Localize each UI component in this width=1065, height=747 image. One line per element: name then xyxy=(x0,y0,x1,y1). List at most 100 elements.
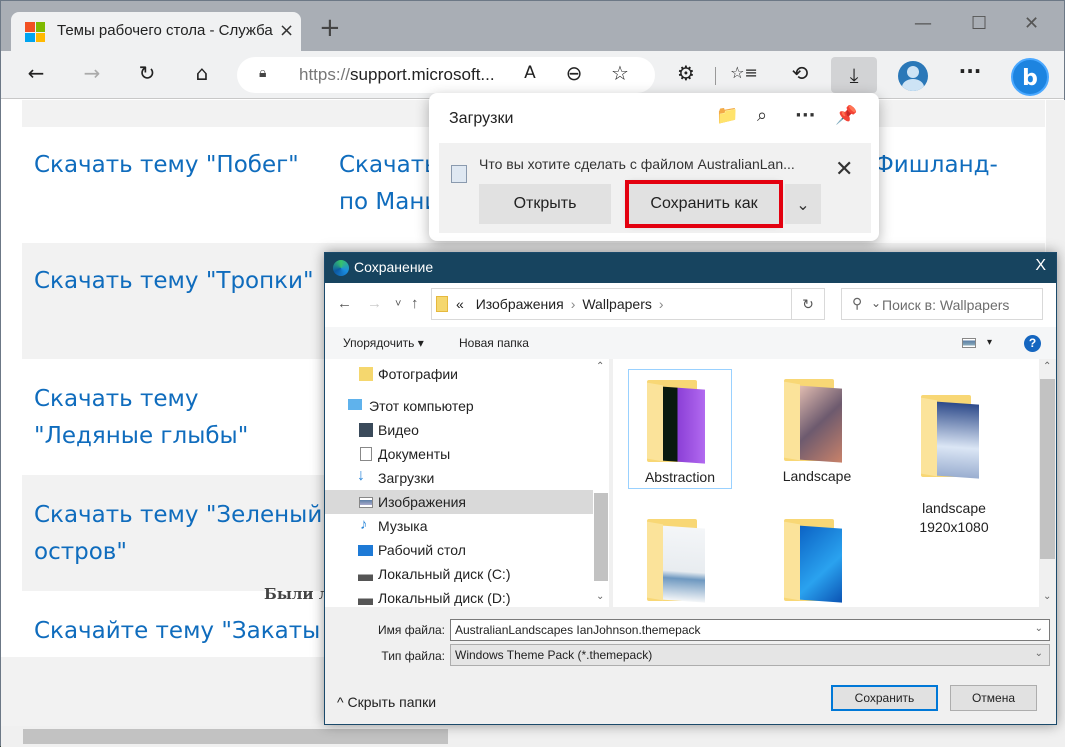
tab-close-icon[interactable]: × xyxy=(279,20,294,41)
filename-input[interactable]: AustralianLandscapes IanJohnson.themepac… xyxy=(450,619,1050,641)
tree-item-documents[interactable]: Документы xyxy=(325,442,593,466)
view-icon[interactable] xyxy=(962,338,976,348)
dialog-title-bar: Сохранение X xyxy=(325,253,1056,283)
theme-link-paths[interactable]: Скачать тему "Тропки" xyxy=(34,263,314,300)
hide-folders-button[interactable]: ^ Скрыть папки xyxy=(337,694,436,710)
add-favorite-icon[interactable]: ☆ xyxy=(605,61,635,85)
scroll-up-icon[interactable]: ⌃ xyxy=(596,361,604,372)
theme-link-ice[interactable]: Скачать тему "Ледяные глыбы" xyxy=(34,381,324,455)
tree-item-label: Изображения xyxy=(378,494,466,510)
scroll-thumb[interactable] xyxy=(1040,379,1055,559)
history-icon[interactable]: ⟲ xyxy=(785,61,815,85)
folder-icon xyxy=(436,296,448,312)
tree-item-label: Видео xyxy=(378,422,419,438)
edge-logo-icon xyxy=(333,260,349,276)
folder-item[interactable]: Abstraction xyxy=(628,369,732,489)
scroll-down-icon[interactable]: ⌄ xyxy=(596,591,604,602)
dismiss-icon[interactable]: ✕ xyxy=(835,157,853,182)
chevron-down-icon[interactable]: ⌄ xyxy=(1035,623,1043,634)
help-icon[interactable]: ? xyxy=(1024,335,1041,352)
forward-icon[interactable]: → xyxy=(367,295,382,312)
tree-item-desktop[interactable]: Рабочий стол xyxy=(325,538,593,562)
video-icon xyxy=(359,423,373,437)
browser-tab[interactable]: Темы рабочего стола - Служба × xyxy=(11,12,301,52)
folder-thumbnail-icon xyxy=(647,380,713,464)
theme-link-sunsets[interactable]: Скачайте тему "Закаты xyxy=(34,613,320,650)
theme-link-escape[interactable]: Скачать тему "Побег" xyxy=(34,147,299,184)
tree-item-downloads[interactable]: ↓ Загрузки xyxy=(325,466,593,490)
folder-item[interactable] xyxy=(765,509,869,603)
extensions-icon[interactable]: ⚙ xyxy=(671,61,701,85)
drive-c-icon xyxy=(358,567,373,581)
address-path[interactable]: « Изображения › Wallpapers › ⌄ xyxy=(431,288,881,320)
up-icon[interactable]: ↑ xyxy=(411,295,419,312)
favorites-icon[interactable]: ☆≡ xyxy=(729,63,759,82)
search-icon[interactable]: ⌕ xyxy=(757,105,767,126)
chevron-down-icon[interactable]: ⌄ xyxy=(785,184,821,224)
scroll-thumb[interactable] xyxy=(23,729,448,744)
desktop-icon xyxy=(358,545,373,556)
tree-item-photos[interactable]: Фотографии xyxy=(325,362,593,386)
back-icon[interactable]: ← xyxy=(337,295,352,312)
tree-item-video[interactable]: Видео xyxy=(325,418,593,442)
open-folder-icon[interactable]: 📁 xyxy=(716,105,738,126)
tree-item-drive-c[interactable]: Локальный диск (C:) xyxy=(325,562,593,586)
address-bar[interactable]: 🔒︎ https://support.microsoft... A ⊖ ☆ xyxy=(237,57,655,93)
pin-icon[interactable]: 📌 xyxy=(835,105,857,126)
forward-icon[interactable]: → xyxy=(77,61,107,85)
save-as-button[interactable]: Сохранить как xyxy=(625,180,783,228)
filetype-select[interactable]: Windows Theme Pack (*.themepack) ⌄ xyxy=(450,644,1050,666)
more-options-icon[interactable]: ··· xyxy=(795,105,816,126)
more-icon[interactable]: ··· xyxy=(955,59,985,83)
search-input[interactable]: ⚲ Поиск в: Wallpapers xyxy=(841,288,1043,320)
breadcrumb: « Изображения › Wallpapers › xyxy=(456,296,664,312)
breadcrumb-pictures[interactable]: Изображения xyxy=(476,296,564,312)
refresh-button[interactable]: ↻ xyxy=(792,288,825,320)
tree-scrollbar[interactable]: ⌃ ⌄ xyxy=(593,359,609,607)
chevron-down-icon[interactable]: ⌄ xyxy=(1035,648,1043,659)
tree-item-this-pc[interactable]: Этот компьютер xyxy=(325,394,593,418)
organize-button[interactable]: Упорядочить ▾ xyxy=(343,336,424,350)
folder-label: Landscape xyxy=(782,468,852,484)
tree-item-pictures[interactable]: Изображения xyxy=(325,490,593,514)
lock-icon[interactable]: 🔒︎ xyxy=(259,65,266,81)
scroll-down-icon[interactable]: ⌄ xyxy=(1043,591,1051,602)
theme-link-green-island[interactable]: Скачать тему "Зеленый остров" xyxy=(34,497,324,571)
folder-item[interactable] xyxy=(628,509,732,603)
bing-chat-icon[interactable]: b xyxy=(1011,58,1049,96)
open-button[interactable]: Открыть xyxy=(479,184,611,224)
folder-item[interactable]: landscape 1920x1080 xyxy=(902,369,1006,553)
dialog-close-button[interactable]: X xyxy=(1035,257,1046,275)
scroll-thumb[interactable] xyxy=(594,493,608,581)
file-view-scrollbar[interactable]: ⌃ ⌄ xyxy=(1039,359,1056,607)
tree-item-music[interactable]: ♪ Музыка xyxy=(325,514,593,538)
new-tab-button[interactable]: + xyxy=(319,15,341,41)
cancel-button[interactable]: Отмена xyxy=(950,685,1037,711)
downloads-button[interactable]: ⤓ xyxy=(831,57,877,93)
breadcrumb-wallpapers[interactable]: Wallpapers xyxy=(582,296,652,312)
scroll-up-icon[interactable]: ⌃ xyxy=(1043,361,1051,372)
home-icon[interactable]: ⌂ xyxy=(187,61,217,85)
profile-avatar[interactable] xyxy=(898,61,928,91)
folder-item[interactable]: Landscape xyxy=(765,369,869,486)
read-aloud-icon[interactable]: A xyxy=(515,63,545,83)
maximize-button[interactable]: ☐ xyxy=(971,13,987,34)
recent-locations-icon[interactable]: ˅ xyxy=(395,298,401,310)
new-folder-button[interactable]: Новая папка xyxy=(459,336,529,350)
view-dropdown-icon[interactable]: ▾ xyxy=(987,337,992,348)
computer-icon xyxy=(348,399,362,410)
theme-link-fishland[interactable]: Фишланд- xyxy=(874,147,998,184)
breadcrumb-overflow[interactable]: « xyxy=(456,296,464,312)
page-horizontal-scrollbar[interactable] xyxy=(1,726,1065,747)
zoom-out-icon[interactable]: ⊖ xyxy=(559,61,589,85)
refresh-icon[interactable]: ↻ xyxy=(132,61,162,85)
back-icon[interactable]: ← xyxy=(21,61,51,85)
download-item: Что вы хотите сделать с файлом Australia… xyxy=(439,143,871,233)
theme-link-partial[interactable]: Скачать по Мани xyxy=(339,147,439,221)
tab-title: Темы рабочего стола - Служба xyxy=(57,22,273,39)
minimize-button[interactable]: — xyxy=(914,13,932,34)
tree-item-drive-d[interactable]: Локальный диск (D:) xyxy=(325,586,593,610)
url-text[interactable]: https://support.microsoft... xyxy=(299,65,495,85)
save-button[interactable]: Сохранить xyxy=(831,685,938,711)
close-window-button[interactable]: ✕ xyxy=(1024,13,1039,34)
